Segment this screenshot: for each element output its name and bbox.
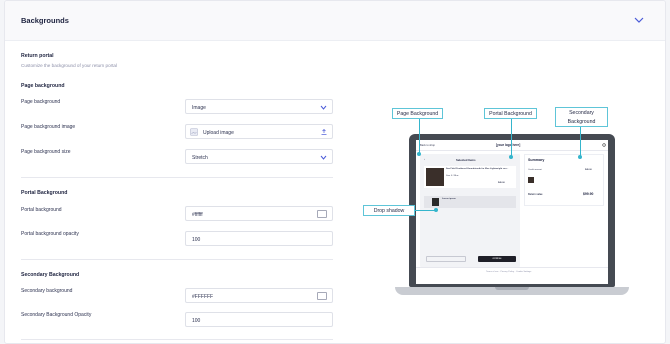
item-name: Lorem ipsum: [442, 198, 456, 200]
item-name: Sea Field Feathered Houndstooth for Men …: [446, 168, 509, 170]
summary-total-value: $99.90: [583, 192, 594, 196]
callout-drop-shadow: Drop shadow: [363, 205, 415, 216]
item-card-secondary: Lorem ipsum: [424, 196, 516, 208]
section-divider: [21, 177, 333, 178]
summary-line-value: $45.00: [585, 169, 592, 171]
page-background-size-select[interactable]: Stretch: [185, 149, 333, 164]
chevron-up-icon[interactable]: [634, 16, 644, 24]
page-background-image-label: Page background image: [21, 124, 76, 130]
callout-line: [415, 210, 435, 211]
portal-background-swatch[interactable]: [317, 210, 327, 218]
return-portal-subtitle: Customize the background of your return …: [21, 63, 118, 68]
item-price: $45.00: [498, 182, 505, 184]
back-to-shop-link: Back to shop: [420, 144, 435, 147]
gear-icon: [602, 143, 606, 147]
secondary-background-color-value: #FFFFFF: [192, 293, 214, 300]
upload-image-label: Upload image: [203, 129, 234, 136]
logo-placeholder: [your logo here]: [496, 143, 521, 147]
secondary-background-opacity-label: Secondary Background Opacity: [21, 312, 92, 318]
callout-dot: [509, 155, 513, 159]
page-background-title: Page background: [21, 83, 65, 89]
page-background-select[interactable]: Image: [185, 99, 333, 114]
callout-page-background: Page Background: [392, 108, 443, 119]
summary-total-label: Return value: [528, 193, 543, 196]
callout-dot: [417, 152, 421, 156]
secondary-background-label: Secondary background: [21, 288, 73, 294]
upload-image-button[interactable]: Upload image: [185, 124, 333, 139]
section-divider: [21, 339, 333, 340]
portal-background-opacity-value: 100: [192, 236, 201, 243]
product-thumbnail: [432, 198, 439, 206]
page-background-value: Image: [192, 104, 206, 111]
preview-screen: Back to shop [your logo here] ‹ Selected…: [416, 140, 608, 284]
summary-line-label: Credit amount: [528, 169, 542, 171]
secondary-background-color-input[interactable]: #FFFFFF: [185, 288, 333, 303]
secondary-background-swatch[interactable]: [317, 292, 327, 300]
section-divider: [21, 259, 333, 260]
summary-title: Summary: [528, 158, 545, 162]
product-thumbnail: [426, 168, 444, 186]
summary-card: Summary Credit amount $45.00 Return valu…: [524, 154, 604, 206]
callout-portal-background: Portal Background: [484, 108, 537, 119]
panel-header[interactable]: Backgrounds: [5, 1, 665, 41]
secondary-background-opacity-value: 100: [192, 317, 201, 324]
page-background-label: Page background: [21, 99, 61, 105]
secondary-background-title: Secondary Background: [21, 272, 80, 278]
callout-line: [419, 119, 420, 154]
secondary-button: [426, 256, 466, 262]
callout-dot: [434, 208, 438, 212]
screen-footer-links: Terms of use · Privacy Policy · Cookie S…: [486, 271, 532, 273]
image-icon: [190, 128, 198, 136]
secondary-background-opacity-input[interactable]: 100: [185, 312, 333, 327]
portal-background-title: Portal Background: [21, 190, 68, 196]
selected-items-title: Selected Items: [456, 158, 476, 162]
page-background-size-value: Stretch: [192, 154, 208, 161]
panel-title: Backgrounds: [21, 16, 69, 25]
summary-thumbnail: [528, 177, 534, 183]
callout-line: [511, 119, 512, 157]
screen-footer-divider: [416, 267, 608, 268]
item-card: Sea Field Feathered Houndstooth for Men …: [424, 166, 516, 188]
chevron-down-icon: [320, 155, 327, 160]
portal-background-opacity-input[interactable]: 100: [185, 231, 333, 246]
page-background-size-label: Page background size: [21, 149, 71, 155]
continue-button: continue: [478, 256, 516, 262]
callout-secondary-background: Secondary Background: [555, 107, 608, 127]
portal-background-opacity-label: Portal background opacity: [21, 231, 79, 237]
portal-background-color-input[interactable]: #ffffff: [185, 206, 333, 221]
chevron-down-icon: [320, 105, 327, 110]
item-meta: Size S / Blue: [446, 175, 459, 177]
laptop-notch: [495, 287, 529, 290]
portal-background-label: Portal background: [21, 207, 62, 213]
upload-icon: [321, 129, 327, 135]
portal-background-color-value: #ffffff: [192, 211, 203, 218]
return-portal-title: Return portal: [21, 53, 54, 59]
back-arrow-icon: ‹: [424, 158, 425, 161]
callout-dot: [578, 155, 582, 159]
callout-line: [580, 127, 581, 157]
